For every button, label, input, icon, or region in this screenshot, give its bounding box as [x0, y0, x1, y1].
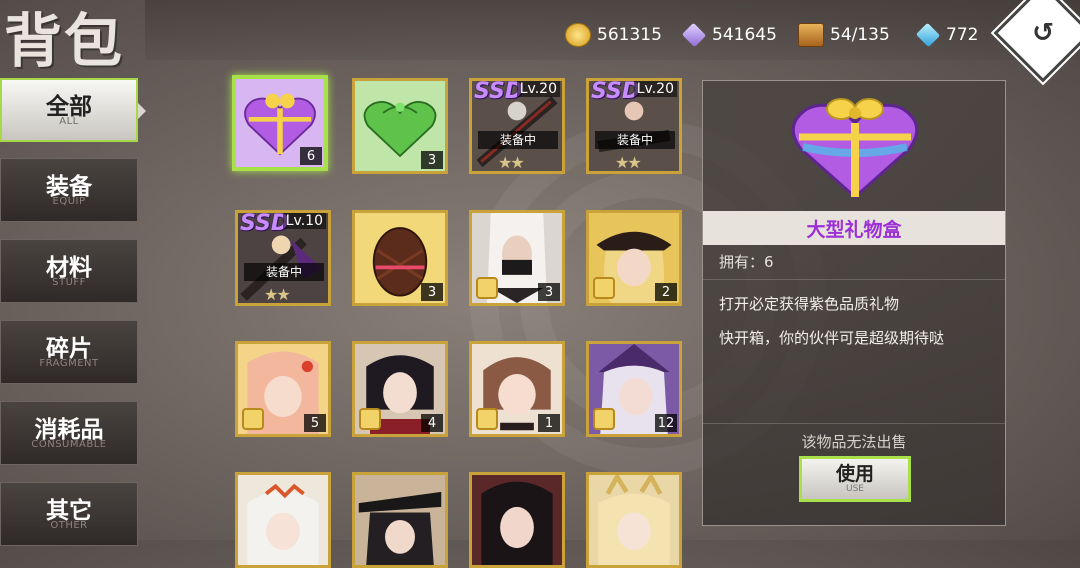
inventory-slot[interactable]: SSD Lv.20 装备中 ★★ — [469, 78, 565, 174]
equipped-badge: 装备中 — [478, 131, 558, 149]
equipped-badge: 装备中 — [244, 263, 324, 281]
tab-consumable[interactable]: 消耗品 CONSUMABLE — [0, 401, 138, 465]
inventory-slot[interactable]: 1 — [469, 341, 565, 437]
character-portrait-icon — [238, 475, 328, 565]
item-count: 6 — [300, 147, 322, 165]
tab-sublabel: CONSUMABLE — [31, 438, 107, 450]
item-count: 2 — [655, 283, 677, 301]
fragment-icon — [242, 408, 264, 430]
inventory-slot[interactable]: 6 — [232, 75, 328, 171]
tab-fragment[interactable]: 碎片 FRAGMENT — [0, 320, 138, 384]
tab-all[interactable]: 全部 ALL — [0, 78, 138, 142]
item-count: 5 — [304, 414, 326, 432]
resource-chest-value: 54/135 — [830, 25, 890, 45]
tab-stuff[interactable]: 材料 STUFF — [0, 239, 138, 303]
crystal-icon — [681, 22, 707, 48]
resource-crystal: 541645 — [681, 22, 777, 48]
inventory-slot[interactable]: 3 — [469, 210, 565, 306]
divider — [703, 423, 1005, 424]
tab-other[interactable]: 其它 OTHER — [0, 482, 138, 546]
star-rating: ★★ — [615, 153, 642, 172]
item-count: 4 — [421, 414, 443, 432]
fragment-icon — [476, 277, 498, 299]
inventory-slot[interactable] — [235, 472, 331, 568]
inventory-slot[interactable] — [586, 472, 682, 568]
inventory-slot[interactable]: 2 — [586, 210, 682, 306]
item-detail-panel: 大型礼物盒 拥有：6 打开必定获得紫色品质礼物 快开箱，你的伙伴可是超级期待哒 … — [702, 80, 1006, 526]
character-portrait-icon — [589, 475, 679, 565]
use-button[interactable]: 使用 USE — [799, 456, 911, 502]
item-count: 3 — [538, 283, 560, 301]
character-portrait-icon — [472, 475, 562, 565]
back-icon: ↺ — [1032, 18, 1054, 48]
resource-crystal-value: 541645 — [712, 25, 777, 45]
inventory-slot[interactable]: SSD Lv.10 装备中 ★★ — [235, 210, 331, 306]
use-button-sublabel: USE — [846, 484, 864, 494]
inventory-slot[interactable]: 3 — [352, 210, 448, 306]
page-title: 背包 — [4, 7, 125, 75]
diamond-icon — [915, 22, 941, 48]
inventory-slot[interactable] — [469, 472, 565, 568]
item-level: Lv.20 — [633, 81, 677, 97]
fragment-icon — [593, 408, 615, 430]
item-level: Lv.20 — [516, 81, 560, 97]
inventory-slot[interactable]: 4 — [352, 341, 448, 437]
use-button-label: 使用 — [835, 463, 874, 485]
item-description-line: 打开必定获得紫色品质礼物 — [719, 295, 900, 313]
treasure-chest-icon — [798, 23, 824, 47]
inventory-slot[interactable]: 12 — [586, 341, 682, 437]
divider — [703, 279, 1005, 280]
item-level: Lv.10 — [282, 213, 326, 229]
resource-diamond: 772 — [915, 22, 979, 48]
item-count: 1 — [538, 414, 560, 432]
fragment-icon — [593, 277, 615, 299]
inventory-slot[interactable]: SSD Lv.20 装备中 ★★ — [586, 78, 682, 174]
inventory-slot[interactable]: 5 — [235, 341, 331, 437]
item-count: 3 — [421, 283, 443, 301]
resource-diamond-value: 772 — [946, 25, 979, 45]
resource-gold: 561315 — [565, 22, 662, 48]
item-count: 12 — [655, 414, 677, 432]
star-rating: ★★ — [498, 153, 525, 172]
item-description-line: 快开箱，你的伙伴可是超级期待哒 — [719, 329, 945, 347]
tab-sublabel: OTHER — [50, 519, 88, 531]
tab-sublabel: FRAGMENT — [39, 357, 99, 369]
character-portrait-icon — [355, 475, 445, 565]
tab-sublabel: EQUIP — [52, 195, 86, 207]
inventory-slot[interactable] — [352, 472, 448, 568]
tab-equip[interactable]: 装备 EQUIP — [0, 158, 138, 222]
resource-chest: 54/135 — [798, 22, 890, 48]
item-count: 3 — [421, 151, 443, 169]
tab-sublabel: ALL — [59, 115, 79, 127]
inventory-slot[interactable]: 3 — [352, 78, 448, 174]
fragment-icon — [476, 408, 498, 430]
fragment-icon — [359, 408, 381, 430]
star-rating: ★★ — [264, 285, 291, 304]
item-name: 大型礼物盒 — [703, 211, 1005, 245]
tab-sublabel: STUFF — [52, 276, 86, 288]
resource-gold-value: 561315 — [597, 25, 662, 45]
gift-box-icon — [791, 98, 919, 200]
cannot-sell-notice: 该物品无法出售 — [801, 433, 907, 451]
equipped-badge: 装备中 — [595, 131, 675, 149]
gold-coin-icon — [565, 23, 591, 47]
item-owned-count: 拥有：6 — [719, 253, 774, 271]
active-tab-arrow — [138, 103, 146, 119]
